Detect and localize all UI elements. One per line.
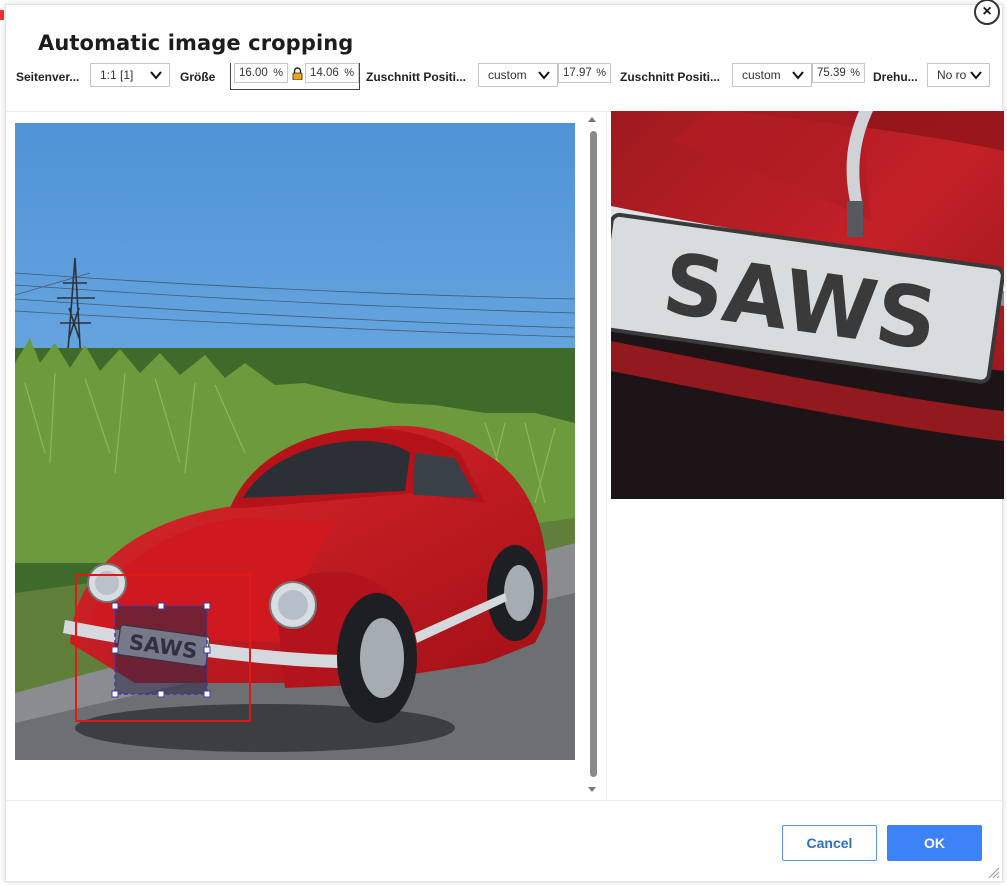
crop-dialog: × Automatic image cropping Seitenver... … [5, 0, 1004, 882]
scroll-down-arrow-icon[interactable] [588, 787, 596, 792]
size-label: Größe [180, 70, 216, 84]
size-height-value: 14.06 [310, 67, 339, 79]
crop-position-y-unit: % [850, 67, 860, 79]
lock-icon[interactable] [292, 67, 303, 80]
crop-position-x-value: 17.97 [563, 67, 592, 79]
close-button[interactable]: × [974, 0, 1000, 25]
source-image: SAWS [15, 123, 575, 760]
ok-button[interactable]: OK [887, 825, 982, 861]
chevron-down-icon [970, 71, 982, 80]
crop-position-x-unit: % [596, 67, 606, 79]
aspect-ratio-value: 1:1 [1] [100, 68, 134, 82]
rotation-select[interactable]: No ro [927, 63, 990, 87]
scrollbar-thumb[interactable] [590, 131, 597, 777]
crop-position-x-label: Zuschnitt Positi... [366, 70, 467, 84]
crop-preview: SAWS [611, 111, 1004, 499]
aspect-ratio-select[interactable]: 1:1 [1] [90, 63, 170, 87]
crop-position-x-mode-select[interactable]: custom [478, 63, 558, 87]
size-height-input[interactable]: 14.06 % [305, 63, 359, 83]
close-icon: × [982, 3, 992, 20]
scroll-up-arrow-icon[interactable] [588, 117, 596, 122]
resize-grip-icon[interactable] [986, 865, 1000, 879]
size-width-value: 16.00 [239, 67, 268, 79]
background-window-edge [0, 10, 4, 20]
crop-position-x-input[interactable]: 17.97 % [558, 63, 611, 83]
rotation-value: No ro [937, 68, 967, 82]
crop-position-y-mode-value: custom [742, 68, 781, 82]
size-width-input[interactable]: 16.00 % [234, 63, 288, 83]
size-height-unit: % [344, 67, 354, 79]
aspect-ratio-label: Seitenver... [16, 70, 80, 84]
crop-preview-image: SAWS [611, 111, 1004, 499]
footer-divider [6, 800, 1004, 801]
crop-selection-area[interactable] [114, 605, 208, 695]
crop-toolbar: Seitenver... 1:1 [1] Größe 16.00 % 14.06… [6, 59, 1004, 93]
cancel-button[interactable]: Cancel [782, 825, 877, 861]
pane-divider [606, 111, 607, 801]
chevron-down-icon [538, 71, 550, 80]
crop-position-y-input[interactable]: 75.39 % [812, 63, 865, 83]
chevron-down-icon [150, 71, 162, 80]
crop-position-x-mode-value: custom [488, 68, 527, 82]
source-image-canvas[interactable]: SAWS [15, 123, 575, 760]
size-width-unit: % [273, 67, 283, 79]
chevron-down-icon [792, 71, 804, 80]
dialog-title: Automatic image cropping [38, 31, 354, 55]
crop-position-y-label: Zuschnitt Positi... [620, 70, 721, 84]
rotation-label: Drehu... [873, 70, 918, 84]
crop-position-y-mode-select[interactable]: custom [732, 63, 812, 87]
crop-position-y-value: 75.39 [817, 67, 846, 79]
